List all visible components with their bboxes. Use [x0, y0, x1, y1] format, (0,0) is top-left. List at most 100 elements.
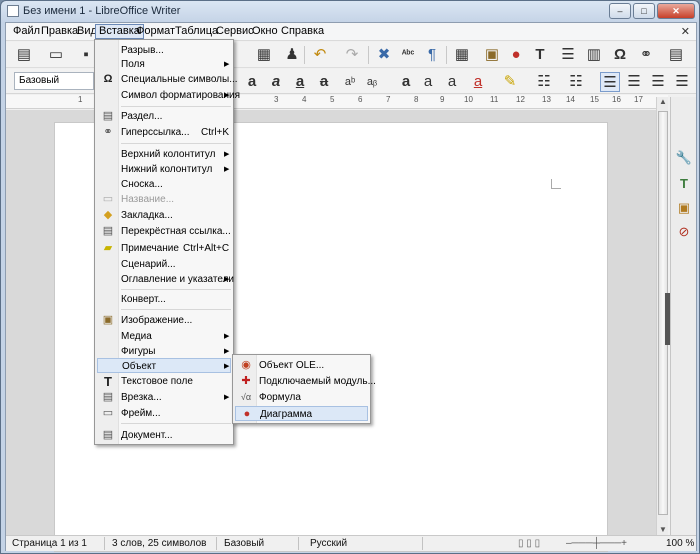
italic-icon[interactable]: a [266, 72, 286, 92]
bullets-icon[interactable]: ☷ [534, 72, 554, 92]
scroll-up-icon[interactable]: ▲ [657, 97, 669, 109]
menu-item-cross-reference[interactable]: ▤ Перекрёстная ссылка... [97, 224, 231, 239]
menu-item-header[interactable]: Верхний колонтитул ▶ [97, 147, 231, 162]
menu-item-script[interactable]: Сценарий... [97, 257, 231, 272]
ruler-label: 16 [612, 95, 621, 104]
submenu-item-formula[interactable]: √α Формула [235, 390, 368, 405]
special-character-icon[interactable]: Ω [610, 45, 630, 65]
zoom-slider[interactable]: –───┼───+ [566, 538, 627, 549]
menu-item-footer[interactable]: Нижний колонтитул ▶ [97, 162, 231, 177]
menu-item-label: Гиперссылка... [121, 127, 190, 138]
underline-icon[interactable]: a [290, 72, 310, 92]
navigator-icon[interactable]: ⊘ [675, 223, 693, 241]
window-title: Без имени 1 - LibreOffice Writer [23, 5, 181, 17]
menu-item-object[interactable]: Объект ▶ [97, 358, 231, 373]
spellcheck-icon[interactable]: ᴬᵇᶜ [398, 45, 418, 65]
minimize-button[interactable]: – [609, 3, 631, 19]
menu-item-label: Раздел... [121, 111, 163, 122]
menu-item-frame[interactable]: ▭ Фрейм... [97, 406, 231, 421]
clone-formatting-icon[interactable]: ♟ [282, 45, 302, 65]
object-submenu: ◉ Объект OLE... ✚ Подключаемый модуль... √… [232, 354, 376, 424]
menu-item-text-box[interactable]: T Текстовое поле [97, 374, 231, 389]
close-document-icon[interactable]: ✕ [681, 25, 690, 38]
status-page[interactable]: Страница 1 из 1 [12, 538, 87, 549]
close-button[interactable]: ✕ [657, 3, 695, 19]
menu-item-image[interactable]: ▣ Изображение... [97, 313, 231, 328]
menu-item-hyperlink[interactable]: ⚭ Гиперссылка... Ctrl+K [97, 125, 231, 140]
styles-icon[interactable]: T [675, 175, 693, 193]
submenu-arrow-icon: ▶ [224, 394, 230, 401]
menu-item-fields[interactable]: Поля ▶ [97, 57, 231, 72]
menu-window[interactable]: Окно [249, 25, 281, 38]
paragraph-style-box[interactable]: Базовый [14, 72, 94, 90]
menu-item-formatting-mark[interactable]: Символ форматирования ▶ [97, 88, 240, 103]
menu-item-footnote[interactable]: Сноска... [97, 177, 231, 192]
new-document-icon[interactable]: ▤ [14, 45, 34, 65]
menu-item-shortcut: Ctrl+K [201, 127, 230, 138]
justify-icon[interactable]: ☰ [672, 72, 692, 92]
open-icon[interactable]: ▭ [46, 45, 66, 65]
menu-item-comment[interactable]: ▰ Примечание Ctrl+Alt+C [97, 241, 231, 256]
undo-icon[interactable]: ↶ [310, 45, 330, 65]
ruler-label: 17 [634, 95, 643, 104]
insert-page-break-icon[interactable]: ☰ [558, 45, 578, 65]
menu-item-envelope[interactable]: Конверт... [97, 292, 231, 307]
menu-item-frame-insert[interactable]: ▤ Врезка... ▶ [97, 390, 231, 405]
status-zoom[interactable]: 100 % [666, 538, 694, 549]
insert-field-icon[interactable]: ▥ [584, 45, 604, 65]
menu-item-toc-index[interactable]: Оглавление и указатели ▶ [97, 272, 234, 287]
insert-chart-icon[interactable]: ● [506, 45, 526, 65]
text-boundary-mark [551, 179, 561, 189]
menu-item-label: Фрейм... [121, 408, 161, 419]
menu-item-media[interactable]: Медиа ▶ [97, 329, 231, 344]
menu-help[interactable]: Справка [278, 25, 327, 38]
strikethrough-icon[interactable]: a [314, 72, 334, 92]
menu-item-label: Символ форматирования [121, 90, 240, 101]
outline-icon[interactable]: a [418, 72, 438, 92]
menu-item-label: Текстовое поле [121, 376, 193, 387]
align-center-icon[interactable]: ☰ [624, 72, 644, 92]
find-replace-icon[interactable]: ✖ [374, 45, 394, 65]
insert-textbox-icon[interactable]: T [530, 45, 550, 65]
maximize-button[interactable]: □ [633, 3, 655, 19]
menu-item-special-characters[interactable]: Ω Специальные символы... [97, 72, 238, 87]
menu-item-label: Примечание [121, 243, 179, 254]
submenu-item-chart[interactable]: ● Диаграмма [235, 406, 368, 421]
insert-menu-dropdown: Разрыв... Поля ▶ Ω Специальные символы... … [94, 39, 240, 445]
status-page-style[interactable]: Базовый [224, 538, 264, 549]
align-left-icon[interactable]: ☰ [600, 72, 620, 92]
menu-item-bookmark[interactable]: ◆ Закладка... [97, 208, 231, 223]
bold-icon[interactable]: a [242, 72, 262, 92]
submenu-item-plugin[interactable]: ✚ Подключаемый модуль... [235, 374, 376, 389]
view-layout-icons[interactable]: ▯ ▯ ▯ [518, 538, 540, 549]
redo-icon[interactable]: ↷ [342, 45, 362, 65]
font-color-icon[interactable]: a [468, 72, 488, 92]
highlight-icon[interactable]: ✎ [500, 72, 520, 92]
menu-item-section[interactable]: ▤ Раздел... [97, 109, 231, 124]
footnote-icon[interactable]: ▤ [666, 45, 686, 65]
numbering-icon[interactable]: ☷ [566, 72, 586, 92]
status-language[interactable]: Русский [310, 538, 347, 549]
subscript-icon[interactable]: aᵦ [362, 72, 382, 92]
menu-item-break[interactable]: Разрыв... [97, 43, 231, 58]
shadow-icon[interactable]: a [396, 72, 416, 92]
submenu-arrow-icon: ▶ [224, 363, 230, 370]
insert-image-icon[interactable]: ▣ [482, 45, 502, 65]
insert-table-icon[interactable]: ▦ [452, 45, 472, 65]
save-icon[interactable]: ▪ [76, 45, 96, 65]
gallery-icon[interactable]: ▣ [675, 199, 693, 217]
align-right-icon[interactable]: ☰ [648, 72, 668, 92]
clear-format-icon[interactable]: a [442, 72, 462, 92]
menu-item-shapes[interactable]: Фигуры ▶ [97, 344, 231, 359]
ruler-label: 14 [566, 95, 575, 104]
status-word-count[interactable]: 3 слов, 25 символов [112, 538, 206, 549]
properties-icon[interactable]: 🔧 [675, 149, 693, 167]
submenu-item-ole-object[interactable]: ◉ Объект OLE... [235, 358, 368, 373]
menu-item-document[interactable]: ▤ Документ... [97, 428, 231, 443]
hyperlink-icon[interactable]: ⚭ [636, 45, 656, 65]
floating-frame-icon: ▭ [102, 407, 114, 419]
paste-icon[interactable]: ▦ [254, 45, 274, 65]
formatting-marks-icon[interactable]: ¶ [422, 45, 442, 65]
chart-icon: ● [243, 408, 251, 420]
superscript-icon[interactable]: aᵇ [340, 72, 360, 92]
